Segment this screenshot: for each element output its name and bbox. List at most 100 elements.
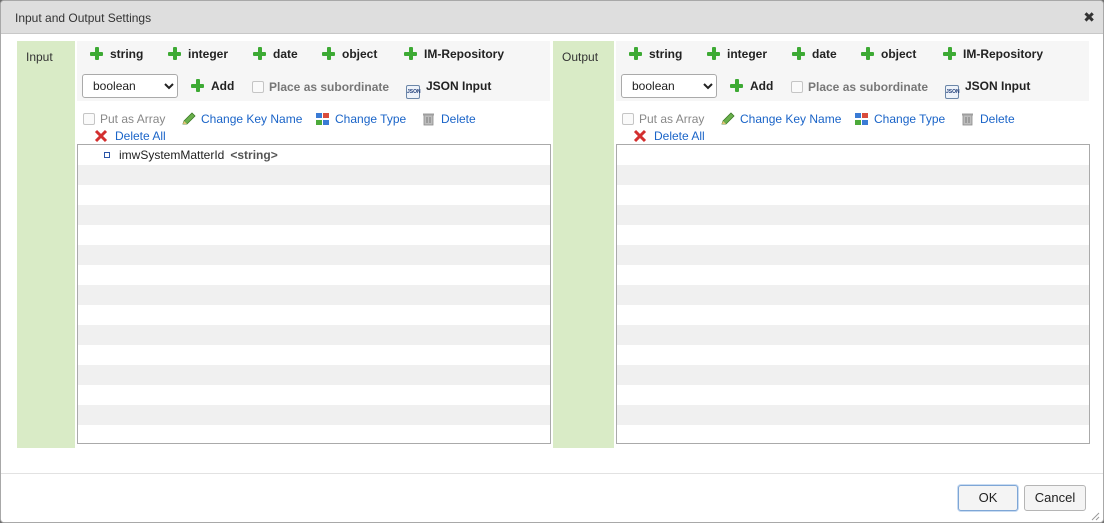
plus-icon bbox=[792, 47, 805, 60]
input-panel-label: Input bbox=[26, 50, 53, 64]
output-add-button[interactable]: Add bbox=[730, 79, 773, 93]
input-tree-grid[interactable]: imwSystemMatterId <string> bbox=[77, 144, 551, 444]
output-add-object-button[interactable]: object bbox=[861, 47, 916, 61]
plus-icon bbox=[168, 47, 181, 60]
tree-row bbox=[617, 285, 1089, 305]
red-x-icon bbox=[94, 129, 108, 143]
output-type-toolbar: string integer date object IM-Repository bbox=[616, 41, 1089, 71]
cancel-button[interactable]: Cancel bbox=[1024, 485, 1086, 511]
tree-row bbox=[78, 165, 550, 185]
input-add-date-button[interactable]: date bbox=[253, 47, 298, 61]
input-place-subordinate-checkbox[interactable]: Place as subordinate bbox=[252, 80, 389, 94]
tree-row bbox=[617, 325, 1089, 345]
plus-icon bbox=[707, 47, 720, 60]
close-icon[interactable]: ✖ bbox=[1083, 9, 1095, 25]
tree-node-imwsystemmatterid[interactable]: imwSystemMatterId <string> bbox=[104, 148, 278, 162]
tree-node-name: imwSystemMatterId bbox=[119, 148, 225, 162]
input-json-input-button[interactable]: JSON JSON Input bbox=[406, 79, 491, 99]
trash-icon bbox=[423, 113, 434, 126]
output-delete-all-link[interactable]: Delete All bbox=[633, 129, 705, 143]
output-delete-link[interactable]: Delete bbox=[960, 112, 1015, 126]
tree-row bbox=[617, 265, 1089, 285]
input-add-integer-button[interactable]: integer bbox=[168, 47, 228, 61]
output-add-integer-button[interactable]: integer bbox=[707, 47, 767, 61]
tree-row bbox=[78, 205, 550, 225]
input-change-type-link[interactable]: Change Type bbox=[315, 112, 406, 126]
plus-icon bbox=[191, 79, 204, 92]
tree-row bbox=[617, 385, 1089, 405]
tree-row bbox=[617, 185, 1089, 205]
input-change-key-name-link[interactable]: Change Key Name bbox=[181, 112, 302, 126]
plus-icon bbox=[861, 47, 874, 60]
input-output-settings-dialog: Input and Output Settings ✖ Input string… bbox=[0, 0, 1104, 523]
input-edit-toolbar: Put as Array Change Key Name Change Type… bbox=[77, 103, 550, 143]
tree-row bbox=[78, 425, 550, 443]
checkbox-box bbox=[83, 113, 95, 125]
ok-button[interactable]: OK bbox=[958, 485, 1018, 511]
tree-row bbox=[78, 305, 550, 325]
input-add-string-button[interactable]: string bbox=[90, 47, 143, 61]
tree-row bbox=[78, 325, 550, 345]
input-tree-rows bbox=[78, 145, 550, 443]
input-type-select[interactable]: boolean bbox=[82, 74, 178, 98]
checkbox-box bbox=[622, 113, 634, 125]
swap-icon bbox=[316, 113, 329, 125]
trash-icon bbox=[962, 113, 973, 126]
output-change-key-name-link[interactable]: Change Key Name bbox=[720, 112, 841, 126]
plus-icon bbox=[322, 47, 335, 60]
dialog-footer: OK Cancel bbox=[1, 473, 1103, 522]
tree-row bbox=[617, 145, 1089, 165]
tree-row bbox=[617, 425, 1089, 443]
checkbox-box bbox=[252, 81, 264, 93]
plus-icon bbox=[629, 47, 642, 60]
tree-row bbox=[617, 405, 1089, 425]
plus-icon bbox=[943, 47, 956, 60]
output-edit-toolbar: Put as Array Change Key Name Change Type… bbox=[616, 103, 1089, 143]
pencil-icon bbox=[721, 112, 735, 125]
tree-node-type: <string> bbox=[230, 148, 278, 162]
tree-row bbox=[78, 365, 550, 385]
input-put-as-array-checkbox[interactable]: Put as Array bbox=[83, 112, 165, 126]
resize-grip-icon[interactable] bbox=[1090, 511, 1100, 521]
tree-row bbox=[78, 385, 550, 405]
input-add-object-button[interactable]: object bbox=[322, 47, 377, 61]
json-icon: JSON bbox=[406, 85, 421, 99]
checkbox-box bbox=[791, 81, 803, 93]
tree-row bbox=[78, 265, 550, 285]
input-type-toolbar: string integer date object IM-Repository bbox=[77, 41, 550, 71]
tree-node-icon bbox=[104, 152, 110, 158]
output-panel-label: Output bbox=[562, 50, 599, 64]
input-delete-link[interactable]: Delete bbox=[421, 112, 476, 126]
tree-row bbox=[617, 345, 1089, 365]
output-type-select[interactable]: boolean bbox=[621, 74, 717, 98]
output-add-toolbar: boolean Add Place as subordinate JSON JSO… bbox=[616, 71, 1089, 101]
dialog-title: Input and Output Settings bbox=[15, 11, 152, 25]
output-im-repository-button[interactable]: IM-Repository bbox=[943, 47, 1043, 61]
output-add-date-button[interactable]: date bbox=[792, 47, 837, 61]
output-put-as-array-checkbox[interactable]: Put as Array bbox=[622, 112, 704, 126]
output-tree-rows bbox=[617, 145, 1089, 443]
output-json-input-button[interactable]: JSON JSON Input bbox=[945, 79, 1030, 99]
dialog-titlebar[interactable]: Input and Output Settings ✖ bbox=[1, 1, 1103, 34]
red-x-icon bbox=[633, 129, 647, 143]
tree-row bbox=[78, 225, 550, 245]
input-im-repository-button[interactable]: IM-Repository bbox=[404, 47, 504, 61]
pencil-icon bbox=[182, 112, 196, 125]
output-place-subordinate-checkbox[interactable]: Place as subordinate bbox=[791, 80, 928, 94]
tree-row bbox=[78, 345, 550, 365]
tree-row bbox=[617, 225, 1089, 245]
plus-icon bbox=[404, 47, 417, 60]
tree-row bbox=[617, 165, 1089, 185]
tree-row bbox=[617, 245, 1089, 265]
tree-row bbox=[78, 185, 550, 205]
output-tree-grid[interactable] bbox=[616, 144, 1090, 444]
plus-icon bbox=[253, 47, 266, 60]
input-add-toolbar: boolean Add Place as subordinate JSON JSO… bbox=[77, 71, 550, 101]
output-change-type-link[interactable]: Change Type bbox=[854, 112, 945, 126]
output-add-string-button[interactable]: string bbox=[629, 47, 682, 61]
plus-icon bbox=[90, 47, 103, 60]
plus-icon bbox=[730, 79, 743, 92]
input-add-button[interactable]: Add bbox=[191, 79, 234, 93]
input-side-label-panel: Input bbox=[17, 41, 75, 448]
input-delete-all-link[interactable]: Delete All bbox=[94, 129, 166, 143]
